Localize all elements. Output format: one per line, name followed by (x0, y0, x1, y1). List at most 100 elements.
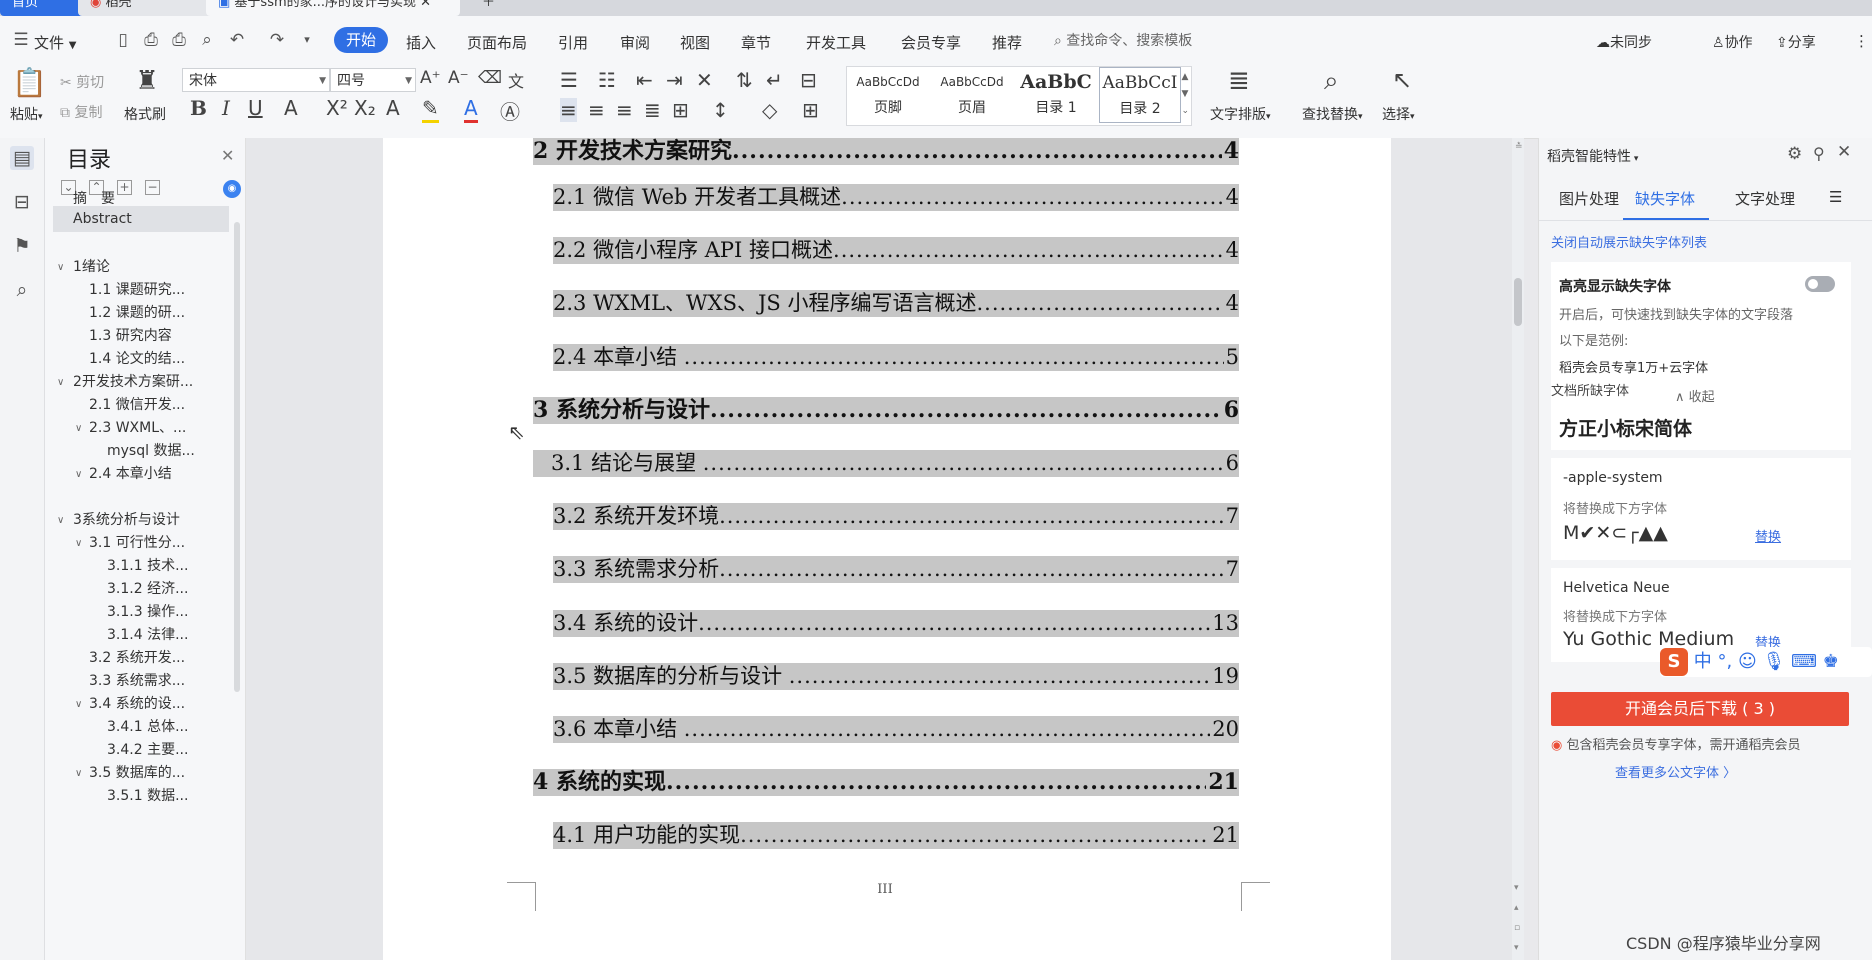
close-icon[interactable]: ✕ (416, 0, 431, 10)
tab-references[interactable]: 引用 (558, 32, 588, 53)
punctuation-icon[interactable]: °, (1717, 651, 1732, 672)
toc-item[interactable]: 3.5 数据库的... (89, 762, 185, 782)
find-replace-button[interactable]: 查找替换▾ (1302, 104, 1363, 124)
strikethrough-icon[interactable]: A (284, 96, 298, 120)
toc-item[interactable]: 1.2 课题的研... (89, 302, 185, 322)
bookmark-icon[interactable]: ⚑ (10, 234, 34, 258)
grow-font-icon[interactable]: A⁺ (420, 68, 441, 88)
toc-entry[interactable]: 2 开发技术方案研究..............................… (533, 138, 1239, 165)
toc-entry[interactable]: 4.1 用户功能的实现.............................… (553, 822, 1239, 849)
add-heading-icon[interactable]: + (117, 180, 132, 195)
text-layout-icon[interactable]: ≣ (1228, 66, 1250, 96)
char-border-icon[interactable]: Ⓐ (500, 96, 520, 125)
tab-insert[interactable]: 插入 (406, 32, 436, 53)
chevron-down-icon[interactable]: ∨ (75, 423, 82, 434)
toc-item[interactable]: 3.3 系统需求... (89, 670, 185, 690)
collapse-button[interactable]: ∧ 收起 (1675, 386, 1715, 405)
paste-icon[interactable]: 📋 (12, 66, 47, 99)
toc-entry[interactable]: 3.4 系统的设计...............................… (553, 610, 1239, 637)
ime-toolbar[interactable]: S 中 °, ☺ 🎙 ⌨ ♚ (1660, 647, 1872, 677)
font-size-select[interactable]: 四号 ▼ (330, 68, 416, 92)
superscript-icon[interactable]: X² (326, 96, 348, 120)
redo-icon[interactable]: ↷ (266, 29, 288, 51)
remove-heading-icon[interactable]: − (145, 180, 160, 195)
toc-item[interactable]: 3.1.2 经济... (107, 578, 188, 598)
increase-indent-icon[interactable]: ⇥ (666, 68, 683, 92)
print-preview-icon[interactable]: ⌕ (196, 29, 218, 51)
style-toc2[interactable]: AaBbCcI 目录 2 (1099, 67, 1181, 123)
gear-icon[interactable]: ⚙ (1787, 144, 1802, 164)
chevron-down-icon[interactable]: ∨ (57, 262, 64, 273)
format-painter-button[interactable]: 格式刷 (124, 104, 166, 124)
toc-item[interactable]: 3.1.3 操作... (107, 601, 188, 621)
cut-button[interactable]: ✂ 剪切 (60, 72, 104, 92)
gallery-scroll-icon[interactable]: ▲ ▼ ⌄ (1181, 69, 1189, 120)
toc-entry[interactable]: 3 系统分析与设计...............................… (533, 397, 1239, 424)
cursor-icon[interactable]: ↖ (1392, 66, 1412, 94)
toc-item[interactable]: 摘 要 (73, 188, 115, 208)
toc-item-selected[interactable]: Abstract (53, 206, 229, 232)
toc-item[interactable]: 3.5.1 数据... (107, 785, 188, 805)
toc-item[interactable]: 3.1.1 技术... (107, 555, 188, 575)
paste-button[interactable]: 粘贴▾ (10, 104, 43, 124)
microphone-icon[interactable]: 🎙 (1762, 651, 1785, 672)
panel-header[interactable]: 稻壳智能特性 ▾ (1547, 146, 1638, 166)
collaborate-button[interactable]: ♙协作 (1712, 32, 1753, 52)
export-pdf-icon[interactable]: ⎙ (140, 29, 162, 51)
tab-daoke[interactable]: ◉ 稻壳 (78, 0, 212, 16)
tab-start[interactable]: 开始 (334, 27, 388, 53)
toc-entry[interactable]: 2.3 WXML、WXS、JS 小程序编写语言概述...............… (553, 290, 1239, 317)
tab-review[interactable]: 审阅 (620, 32, 650, 53)
numbered-list-icon[interactable]: ☷ (598, 68, 616, 92)
toc-item[interactable]: mysql 数据... (107, 440, 195, 460)
toc-item[interactable]: 3.4 系统的设... (89, 693, 185, 713)
italic-icon[interactable]: I (222, 96, 230, 120)
toc-item[interactable]: 1绪论 (73, 256, 110, 276)
share-button[interactable]: ⇪分享 (1776, 32, 1816, 52)
toc-scrollbar[interactable] (234, 222, 240, 692)
select-button[interactable]: 选择▾ (1382, 104, 1415, 124)
font-name-select[interactable]: 宋体 ▼ (182, 68, 330, 92)
style-toc1[interactable]: AaBbC 目录 1 (1015, 67, 1097, 123)
tab-developer[interactable]: 开发工具 (806, 32, 866, 53)
toc-entry[interactable]: 3.2 系统开发环境..............................… (553, 503, 1239, 530)
toc-item[interactable]: 2.4 本章小结 (89, 463, 172, 483)
scroll-nav-icons[interactable]: ▾ ▴ ▫ ▾ (1514, 878, 1520, 958)
toc-item[interactable]: 1.4 论文的结... (89, 348, 185, 368)
copy-button[interactable]: ⧉ 复制 (60, 102, 102, 122)
text-effect-icon[interactable]: A (386, 96, 400, 120)
toc-item[interactable]: 2.3 WXML、... (89, 417, 186, 437)
chinese-layout-icon[interactable]: ✕ (696, 68, 713, 92)
keyboard-icon[interactable]: ⌨ (1791, 651, 1817, 672)
more-fonts-link[interactable]: 查看更多公文字体 〉 (1615, 762, 1736, 781)
tab-stops-icon[interactable]: ⊟ (800, 68, 817, 92)
customize-icon[interactable]: ▾ (296, 29, 318, 51)
bold-icon[interactable]: B (190, 96, 207, 120)
toc-item[interactable]: 3.2 系统开发... (89, 647, 185, 667)
close-icon[interactable]: ✕ (1837, 142, 1851, 162)
toc-item[interactable]: 1.3 研究内容 (89, 325, 172, 345)
vertical-scrollbar[interactable]: ≛ ▾ ▴ ▫ ▾ (1512, 138, 1524, 960)
pin-icon[interactable]: ⚲ (1813, 144, 1825, 163)
text-layout-button[interactable]: 文字排版▾ (1210, 104, 1271, 124)
toc-entry[interactable]: 4 系统的实现.................................… (533, 769, 1239, 796)
magnifier-icon[interactable]: ⌕ (1324, 66, 1339, 97)
sort-icon[interactable]: ⇅ (736, 68, 753, 92)
underline-icon[interactable]: U (248, 96, 263, 120)
replace-link[interactable]: 替换 (1755, 526, 1781, 545)
new-tab-icon[interactable]: ＋ (470, 0, 507, 16)
smart-toc-icon[interactable]: ◉ (223, 180, 241, 198)
highlight-toggle[interactable] (1805, 276, 1835, 292)
menu-icon[interactable]: ☰ (10, 29, 32, 51)
close-icon[interactable]: ✕ (221, 146, 234, 165)
borders-icon[interactable]: ⊞ (802, 98, 819, 122)
command-search[interactable]: ⌕ 查找命令、搜索模板 (1054, 30, 1254, 52)
chevron-down-icon[interactable]: ∨ (57, 377, 64, 388)
toc-entry[interactable]: 3.1 结论与展望 ..............................… (533, 450, 1239, 477)
align-left-icon[interactable]: ≡ (560, 98, 577, 122)
save-icon[interactable]: ▯ (112, 29, 134, 51)
toc-item[interactable]: 2.1 微信开发... (89, 394, 185, 414)
tab-chapter[interactable]: 章节 (741, 32, 771, 53)
toc-item[interactable]: 2开发技术方案研... (73, 371, 193, 391)
bullet-list-icon[interactable]: ☰ (560, 68, 578, 92)
